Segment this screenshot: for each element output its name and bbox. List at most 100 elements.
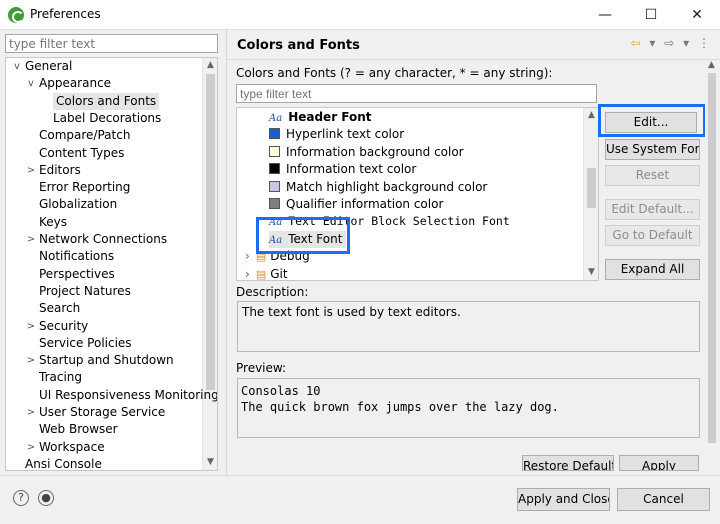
color-font-item[interactable]: Hyperlink text color — [269, 126, 404, 143]
chevron-down-icon[interactable]: v — [12, 58, 22, 75]
view-menu-icon[interactable]: ⋮ — [698, 36, 710, 50]
left-scroll-thumb[interactable] — [206, 74, 215, 390]
restore-defaults-button[interactable]: Restore Defaults — [522, 455, 614, 471]
color-font-item-label: Header Font — [288, 110, 372, 124]
use-system-font-button[interactable]: Use System Font — [605, 139, 700, 160]
scroll-up-icon[interactable]: ▲ — [203, 58, 217, 73]
tree-item[interactable]: Search — [39, 300, 80, 317]
description-text: The text font is used by text editors. — [237, 301, 700, 352]
tree-item[interactable]: Perspectives — [39, 266, 115, 283]
color-font-item[interactable]: Information text color — [269, 161, 416, 178]
tree-item[interactable]: Colors and Fonts — [53, 92, 160, 110]
page-scrollbar[interactable]: ▲ — [704, 58, 719, 471]
edit-button[interactable]: Edit... — [605, 112, 697, 133]
scroll-down-icon[interactable]: ▼ — [203, 455, 217, 470]
color-font-item[interactable]: Aa Header Font — [269, 109, 372, 126]
tree-item[interactable]: > Workspace — [27, 439, 105, 456]
color-font-item-label: Hyperlink text color — [286, 127, 405, 142]
color-font-item[interactable]: Qualifier information color — [269, 196, 443, 213]
tree-item-label: Colors and Fonts — [56, 93, 157, 108]
reset-button[interactable]: Reset — [605, 165, 700, 186]
tree-item-label: Tracing — [39, 370, 83, 385]
tree-item[interactable]: Compare/Patch — [39, 127, 130, 144]
page-scroll-thumb[interactable] — [708, 73, 716, 443]
import-export-icon[interactable]: ● — [38, 490, 54, 506]
eclipse-app-icon — [8, 7, 24, 23]
preview-label: Preview: — [236, 361, 287, 375]
chevron-right-icon[interactable]: > — [26, 352, 36, 369]
back-dropdown-icon[interactable]: ▾ — [649, 36, 655, 50]
tree-item[interactable]: Ansi Console — [25, 456, 102, 471]
tree-item-label: Web Browser — [39, 422, 118, 437]
chevron-right-icon[interactable]: > — [26, 231, 36, 248]
left-tree-scrollbar[interactable]: ▲ ▼ — [202, 58, 217, 470]
tree-item-label: General — [25, 59, 73, 73]
tree-item[interactable]: Keys — [39, 214, 67, 231]
tree-item[interactable]: Project Natures — [39, 283, 131, 300]
page-header: Colors and Fonts ⇦ ▾ ⇨ ▾ ⋮ — [227, 30, 720, 60]
pane-divider[interactable] — [226, 30, 227, 475]
chevron-right-icon[interactable]: > — [26, 404, 36, 421]
chevron-right-icon[interactable]: > — [26, 318, 36, 335]
back-arrow-icon[interactable]: ⇦ — [631, 36, 641, 50]
go-to-default-button[interactable]: Go to Default — [605, 225, 700, 246]
tree-item[interactable]: > Startup and Shutdown — [27, 352, 174, 369]
expand-all-button[interactable]: Expand All — [605, 259, 700, 280]
color-font-item-label: Information text color — [286, 162, 417, 177]
color-swatch-icon — [269, 145, 280, 157]
colors-tree-scrollbar[interactable]: ▲ ▼ — [583, 108, 598, 280]
chevron-right-icon[interactable]: > — [26, 439, 36, 456]
tree-item-label: Ansi Console — [25, 456, 102, 471]
tree-item[interactable]: > Security — [27, 318, 89, 335]
forward-arrow-icon[interactable]: ⇨ — [664, 36, 674, 50]
tree-item-label: Notifications — [39, 249, 115, 264]
colors-scroll-thumb[interactable] — [587, 168, 596, 208]
tree-item[interactable]: Error Reporting — [39, 179, 130, 196]
tree-item[interactable]: v Appearance — [28, 75, 111, 92]
nav-toolbar: ⇦ ▾ ⇨ ▾ ⋮ — [626, 36, 711, 50]
tree-item[interactable]: Web Browser — [39, 421, 118, 438]
apply-button[interactable]: Apply — [619, 455, 699, 471]
cancel-button[interactable]: Cancel — [617, 488, 710, 511]
tree-item-label: Service Policies — [39, 335, 132, 350]
forward-dropdown-icon[interactable]: ▾ — [683, 36, 689, 50]
category-folder-icon: ▤ — [255, 267, 267, 281]
tree-item[interactable]: Content Types — [39, 145, 124, 162]
preference-tree: ▲ ▼ v General v Appearance Colors and Fonts L… — [5, 57, 218, 471]
color-font-item[interactable]: Information background color — [269, 144, 464, 161]
scroll-down-icon[interactable]: ▼ — [584, 265, 598, 280]
tree-item[interactable]: Service Policies — [39, 335, 132, 352]
tree-item[interactable]: Notifications — [39, 248, 114, 265]
tree-item[interactable]: Tracing — [39, 369, 82, 386]
tree-item-label: Editors — [39, 162, 81, 177]
apply-and-close-button[interactable]: Apply and Close — [517, 488, 610, 511]
tree-item[interactable]: v General — [14, 58, 73, 75]
color-font-item[interactable]: Match highlight background color — [269, 179, 487, 196]
tree-item[interactable]: Globalization — [39, 196, 117, 213]
chevron-right-icon[interactable]: > — [26, 162, 36, 179]
scroll-up-icon[interactable]: ▲ — [584, 108, 598, 123]
tree-item-label: Search — [39, 301, 81, 316]
tree-item-label: User Storage Service — [39, 405, 166, 419]
tree-item-label: Security — [39, 318, 89, 333]
left-filter-input[interactable] — [5, 34, 218, 53]
tree-item[interactable]: Label Decorations — [53, 110, 161, 127]
chevron-down-icon[interactable]: v — [26, 75, 36, 92]
edit-default-button[interactable]: Edit Default... — [605, 199, 700, 220]
tree-item[interactable]: > Editors — [27, 162, 81, 179]
tree-item[interactable]: > User Storage Service — [27, 404, 166, 421]
color-font-item[interactable]: › ▤ Git — [245, 266, 288, 281]
chevron-right-icon[interactable]: › — [245, 249, 250, 263]
color-font-item-label: Qualifier information color — [286, 197, 444, 211]
minimize-button[interactable]: — — [582, 0, 628, 30]
tree-item[interactable]: > Network Connections — [27, 231, 167, 248]
description-label: Description: — [236, 285, 309, 299]
chevron-right-icon[interactable]: › — [245, 267, 250, 280]
close-button[interactable]: ✕ — [674, 0, 720, 30]
colors-filter-input[interactable] — [236, 84, 597, 103]
scroll-up-icon[interactable]: ▲ — [704, 58, 719, 73]
help-icon[interactable]: ? — [13, 490, 29, 506]
font-icon: Aa — [269, 113, 283, 124]
tree-item[interactable]: UI Responsiveness Monitoring — [39, 387, 217, 404]
maximize-button[interactable]: ☐ — [628, 0, 674, 30]
